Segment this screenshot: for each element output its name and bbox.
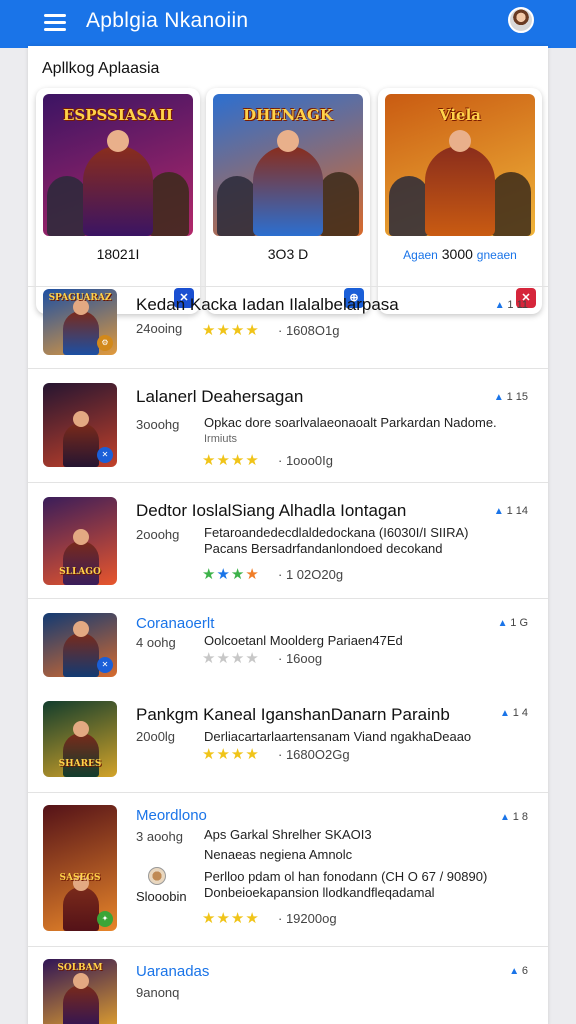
- featured-price-accent: gneaen: [476, 248, 517, 262]
- studio-logo-icon: [148, 867, 166, 885]
- download-count: 1608O1g: [278, 323, 340, 338]
- app-meta: 9anonq: [136, 985, 180, 1000]
- desc-line: Oolcoetanl Moolderg Pariaen47Ed: [204, 633, 403, 648]
- app-thumbnail: SHARES: [43, 701, 117, 777]
- featured-price: Agaen 3000 gneaen: [378, 246, 542, 262]
- thumbnail-title: SHARES: [58, 759, 102, 769]
- rank-indicator: 1 4: [500, 707, 528, 719]
- featured-price-value: 3000: [441, 246, 473, 262]
- rating-stars-icon: ★★★★: [202, 650, 260, 667]
- app-description: Aps Garkal Shrelher SKAOI3 Nenaeas negien…: [204, 827, 524, 901]
- rank-indicator: 1 G: [498, 617, 528, 629]
- app-description: Derliacartarlaartensanam Viand ngakhaDea…: [204, 729, 524, 745]
- desc-line: Aps Garkal Shrelher SKAOI3: [204, 827, 372, 842]
- rank-indicator: 6: [509, 965, 528, 977]
- app-thumbnail: ✕: [43, 383, 117, 467]
- featured-price-value: 3O3 D: [267, 246, 309, 262]
- desc-line: Irmiuts: [204, 433, 237, 445]
- app-thumbnail: SLLAGO: [43, 497, 117, 585]
- list-item[interactable]: ✕ Coranaoerlt 4 oohg Oolcoetanl Moolderg…: [28, 598, 548, 792]
- app-description: Opkac dore soarlvalaeonaoalt Parkardan N…: [204, 415, 524, 447]
- list-item[interactable]: SASEGS ✦ Meordlono 3 aoohg Aps Garkal Shr…: [28, 792, 548, 946]
- featured-artwork: ESPSSIASAII: [43, 94, 193, 236]
- featured-price: 3O3 D: [206, 246, 370, 262]
- featured-art-title: Viela: [438, 106, 482, 124]
- rank-indicator: 1 15: [494, 391, 528, 403]
- app-meta: 4 oohg: [136, 635, 176, 650]
- rank-indicator: 1 14: [494, 505, 528, 517]
- desc-line: Perlloo pdam ol han fonodann (CH O 67 / …: [204, 869, 488, 884]
- rating-stars-icon: ★★★★: [202, 566, 260, 583]
- app-name: Kedan Kacka Iadan Ilalalbelarpasa: [136, 295, 399, 314]
- app-name: Dedtor IoslalSiang Alhadla Iontagan: [136, 501, 407, 520]
- featured-price: 18021I: [36, 246, 200, 262]
- hamburger-menu-icon[interactable]: [44, 14, 66, 31]
- app-name: Meordlono: [136, 807, 207, 824]
- list-item[interactable]: ✕ Lalanerl Deahersagan 3ooohg Opkac dore…: [28, 368, 548, 482]
- app-thumbnail: SOLBAM: [43, 959, 117, 1024]
- list-item[interactable]: SOLBAM Uaranadas 9anonq 6: [28, 946, 548, 1024]
- desc-line: Nenaeas negiena Amnolc: [204, 847, 353, 862]
- section-title: Apllkog Aplaasia: [42, 60, 160, 77]
- item-badge-icon: ⚙: [97, 335, 113, 351]
- thumbnail-title: SPAGUARAZ: [48, 293, 112, 303]
- app-meta: 2ooohg: [136, 527, 180, 542]
- content-sheet: Apllkog Aplaasia ESPSSIASAII ✕ 18021I DH…: [28, 46, 548, 1024]
- rating-stars-icon: ★★★★: [202, 452, 260, 469]
- item-badge-icon: ✦: [97, 911, 113, 927]
- download-count: 19200og: [278, 911, 337, 926]
- thumbnail-title: SASEGS: [59, 873, 101, 883]
- app-thumbnail: SASEGS ✦: [43, 805, 117, 931]
- app-bar: Apblgia Nkanoiin: [0, 0, 576, 48]
- desc-line: Derliacartarlaartensanam Viand ngakhaDea…: [204, 729, 472, 744]
- app-meta: 3 aoohg: [136, 829, 183, 844]
- app-meta: 20o0lg: [136, 729, 176, 744]
- desc-line: Fetaroandedecdlaldedockana (I6030I/I SII…: [204, 525, 469, 540]
- desc-line: Pacans Bersadrfandanlondoed decokand: [204, 541, 443, 556]
- app-description: Oolcoetanl Moolderg Pariaen47Ed: [204, 633, 524, 649]
- featured-artwork: DHENAGK: [213, 94, 363, 236]
- featured-price-value: 18021I: [96, 246, 140, 262]
- thumbnail-title: SOLBAM: [57, 963, 103, 973]
- download-count: 1 02O20g: [278, 567, 343, 582]
- featured-card[interactable]: Viela ✕ Agaen 3000 gneaen: [378, 88, 542, 314]
- app-meta: 24ooing: [136, 321, 183, 336]
- item-badge-icon: ✕: [97, 447, 113, 463]
- featured-art-title: ESPSSIASAII: [62, 106, 174, 124]
- user-avatar[interactable]: [508, 7, 534, 33]
- featured-card[interactable]: ESPSSIASAII ✕ 18021I: [36, 88, 200, 314]
- app-name: Lalanerl Deahersagan: [136, 387, 304, 406]
- studio-name: Slooobin: [136, 889, 187, 904]
- rating-stars-icon: ★★★★: [202, 322, 260, 339]
- rating-stars-icon: ★★★★: [202, 910, 260, 927]
- app-name: Coranaoerlt: [136, 615, 215, 632]
- app-meta: 3ooohg: [136, 417, 180, 432]
- app-name: Uaranadas: [136, 963, 210, 980]
- list-item[interactable]: SLLAGO Dedtor IoslalSiang Alhadla Iontag…: [28, 482, 548, 598]
- featured-art-title: DHENAGK: [243, 106, 333, 124]
- featured-price-accent: Agaen: [403, 248, 438, 262]
- app-thumbnail: SPAGUARAZ ⚙: [43, 289, 117, 355]
- featured-artwork: Viela: [385, 94, 535, 236]
- download-count: 16oog: [278, 651, 322, 666]
- list-item[interactable]: SPAGUARAZ ⚙ Kedan Kacka Iadan Ilalalbelar…: [28, 286, 548, 368]
- featured-card[interactable]: DHENAGK ⊕ 3O3 D: [206, 88, 370, 314]
- app-name: Pankgm Kaneal IganshanDanarn Parainb: [136, 705, 450, 724]
- desc-line: Opkac dore soarlvalaeonaoalt Parkardan N…: [204, 415, 497, 430]
- app-thumbnail: ✕: [43, 613, 117, 677]
- rank-indicator: 1 8: [500, 811, 528, 823]
- app-description: Fetaroandedecdlaldedockana (I6030I/I SII…: [204, 525, 524, 557]
- item-badge-icon: ✕: [97, 657, 113, 673]
- thumbnail-title: SLLAGO: [59, 567, 101, 577]
- rank-indicator: 1 11: [495, 299, 528, 311]
- app-title: Apblgia Nkanoiin: [86, 9, 249, 32]
- rating-stars-icon: ★★★★: [202, 746, 260, 763]
- download-count: 1ooo0Ig: [278, 453, 333, 468]
- download-count: 1680O2Gg: [278, 747, 350, 762]
- desc-line: Donbeioekapansion llodkandfleqadamal: [204, 885, 435, 900]
